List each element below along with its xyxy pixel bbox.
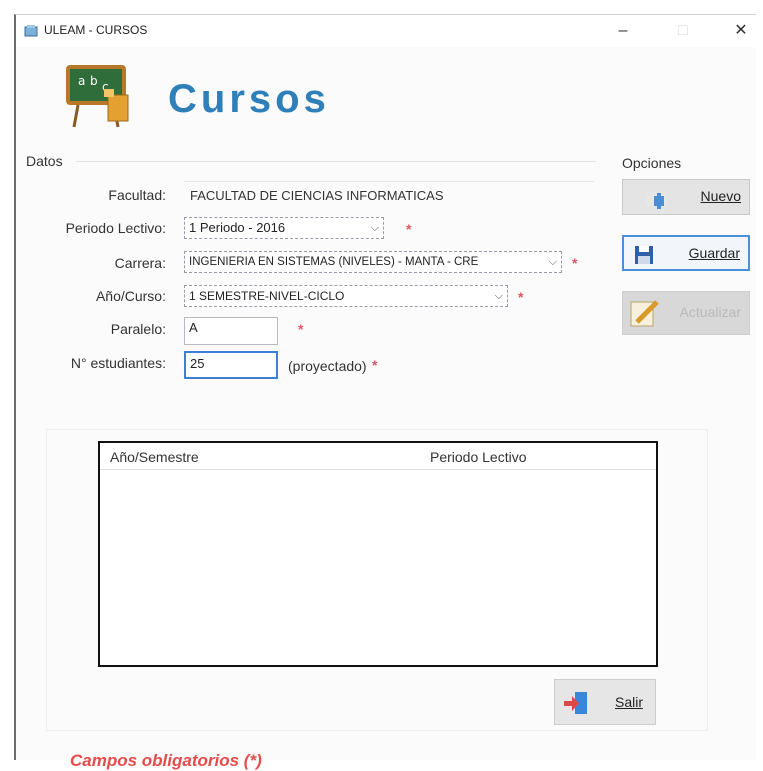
actualizar-button[interactable]: Actualizar bbox=[622, 291, 750, 335]
facultad-value: FACULTAD DE CIENCIAS INFORMATICAS bbox=[190, 188, 444, 203]
chevron-down-icon: ⌵ bbox=[494, 290, 503, 302]
guardar-label: Guardar bbox=[688, 245, 740, 261]
facultad-label: Facultad: bbox=[108, 187, 166, 203]
paralelo-input[interactable]: A bbox=[184, 317, 278, 345]
required-marker: * bbox=[372, 357, 378, 373]
column-header-periodo-lectivo[interactable]: Periodo Lectivo bbox=[430, 449, 527, 465]
required-marker: * bbox=[572, 255, 578, 271]
app-window: ULEAM - CURSOS – □ ✕ a b c Cursos Datos … bbox=[14, 14, 756, 770]
svg-text:b: b bbox=[90, 74, 98, 88]
salir-button[interactable]: Salir bbox=[554, 679, 656, 725]
datos-group-border bbox=[76, 161, 596, 162]
periodo-select[interactable]: 1 Periodo - 2016 ⌵ bbox=[184, 217, 384, 239]
datos-group-label: Datos bbox=[26, 153, 63, 169]
estudiantes-input[interactable]: 25 bbox=[184, 351, 278, 379]
anio-curso-select[interactable]: 1 SEMESTRE-NIVEL-CICLO ⌵ bbox=[184, 285, 508, 307]
paralelo-value: A bbox=[189, 320, 198, 335]
chalkboard-abc-icon: a b c bbox=[66, 65, 129, 128]
periodo-value: 1 Periodo - 2016 bbox=[189, 220, 286, 235]
carrera-value: INGENIERIA EN SISTEMAS (NIVELES) - MANTA… bbox=[189, 256, 479, 268]
carrera-select[interactable]: INGENIERIA EN SISTEMAS (NIVELES) - MANTA… bbox=[184, 251, 562, 273]
svg-text:a: a bbox=[78, 74, 85, 88]
nuevo-label: Nuevo bbox=[700, 188, 741, 204]
guardar-button[interactable]: Guardar bbox=[622, 235, 750, 271]
maximize-button[interactable]: □ bbox=[668, 19, 698, 43]
exit-icon bbox=[564, 692, 587, 714]
anio-curso-label: Año/Curso: bbox=[95, 288, 166, 304]
cursos-listview[interactable]: Año/Semestre Periodo Lectivo bbox=[98, 441, 658, 667]
page-title: Cursos bbox=[168, 77, 330, 121]
required-marker: * bbox=[518, 289, 524, 305]
required-marker: * bbox=[406, 221, 412, 237]
listview-header: Año/Semestre Periodo Lectivo bbox=[100, 443, 656, 470]
window-title: ULEAM - CURSOS bbox=[44, 23, 148, 37]
facultad-divider bbox=[184, 181, 594, 182]
periodo-label: Periodo Lectivo: bbox=[65, 220, 166, 236]
new-icon bbox=[645, 192, 667, 209]
paralelo-label: Paralelo: bbox=[110, 321, 166, 337]
estudiantes-label: N° estudiantes: bbox=[70, 355, 166, 371]
app-icon bbox=[24, 25, 38, 37]
edit-icon bbox=[630, 300, 659, 327]
estudiantes-value: 25 bbox=[190, 356, 205, 371]
opciones-group-label: Opciones bbox=[622, 155, 682, 171]
nuevo-button[interactable]: Nuevo bbox=[622, 179, 750, 215]
close-button[interactable]: ✕ bbox=[726, 19, 756, 43]
required-fields-note: Campos obligatorios (*) bbox=[70, 751, 262, 770]
minimize-button[interactable]: – bbox=[608, 19, 638, 43]
anio-curso-value: 1 SEMESTRE-NIVEL-CICLO bbox=[189, 289, 345, 303]
actualizar-label: Actualizar bbox=[679, 304, 741, 320]
title-bar: ULEAM - CURSOS – □ ✕ bbox=[16, 15, 756, 47]
column-header-anio-semestre[interactable]: Año/Semestre bbox=[110, 449, 199, 465]
chevron-down-icon: ⌵ bbox=[546, 252, 557, 272]
chevron-down-icon: ⌵ bbox=[370, 222, 379, 234]
proyectado-label: (proyectado) bbox=[288, 358, 367, 374]
salir-label: Salir bbox=[614, 694, 643, 710]
required-marker: * bbox=[298, 321, 304, 337]
carrera-label: Carrera: bbox=[114, 255, 166, 271]
save-icon bbox=[635, 246, 653, 264]
